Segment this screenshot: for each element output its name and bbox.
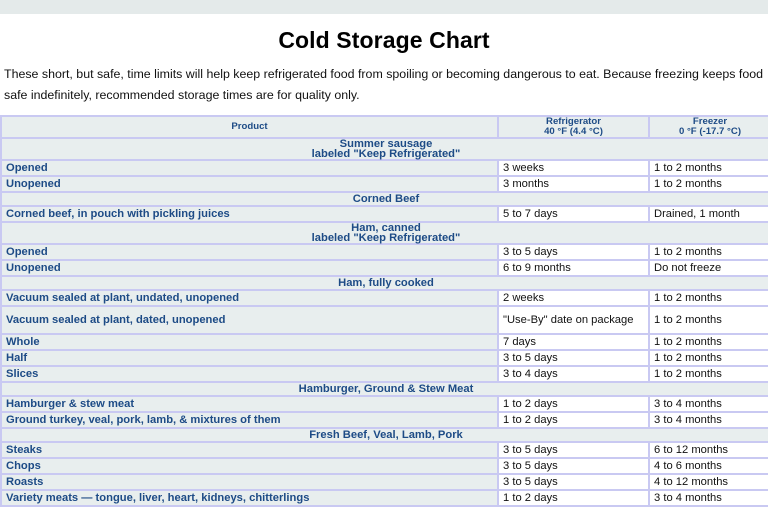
freezer-cell: 1 to 2 months (648, 365, 768, 383)
table-row: Hamburger & stew meat 1 to 2 days 3 to 4… (0, 395, 768, 413)
group-title: Ham, canned labeled "Keep Refrigerated" (0, 221, 768, 245)
group-title: Fresh Beef, Veal, Lamb, Pork (0, 427, 768, 443)
table-row: Roasts 3 to 5 days 4 to 12 months (0, 473, 768, 491)
header-product: Product (0, 115, 499, 139)
refrigerator-cell: 3 to 5 days (497, 349, 650, 367)
product-cell: Ground turkey, veal, pork, lamb, & mixtu… (0, 411, 499, 429)
product-cell: Steaks (0, 441, 499, 459)
refrigerator-cell: 3 weeks (497, 159, 650, 177)
group-header-row: Hamburger, Ground & Stew Meat (0, 381, 768, 397)
freezer-cell: 1 to 2 months (648, 159, 768, 177)
refrigerator-cell: 5 to 7 days (497, 205, 650, 223)
freezer-cell: 1 to 2 months (648, 305, 768, 335)
refrigerator-cell: 3 to 5 days (497, 473, 650, 491)
refrigerator-cell: 7 days (497, 333, 650, 351)
freezer-cell: 1 to 2 months (648, 175, 768, 193)
table-row: Slices 3 to 4 days 1 to 2 months (0, 365, 768, 383)
product-cell: Opened (0, 243, 499, 261)
freezer-cell: Do not freeze (648, 259, 768, 277)
table-row: Vacuum sealed at plant, dated, unopened … (0, 305, 768, 335)
header-refrigerator: Refrigerator 40 °F (4.4 °C) (497, 115, 650, 139)
freezer-cell: 3 to 4 months (648, 489, 768, 507)
refrigerator-cell: 3 to 5 days (497, 441, 650, 459)
refrigerator-cell: 2 weeks (497, 289, 650, 307)
table-row: Half 3 to 5 days 1 to 2 months (0, 349, 768, 367)
table-row: Ground turkey, veal, pork, lamb, & mixtu… (0, 411, 768, 429)
product-cell: Opened (0, 159, 499, 177)
page-title: Cold Storage Chart (278, 27, 490, 53)
freezer-cell: 1 to 2 months (648, 333, 768, 351)
table-row: Unopened 6 to 9 months Do not freeze (0, 259, 768, 277)
header-freezer: Freezer 0 °F (-17.7 °C) (648, 115, 768, 139)
product-cell: Variety meats — tongue, liver, heart, ki… (0, 489, 499, 507)
group-header-row: Fresh Beef, Veal, Lamb, Pork (0, 427, 768, 443)
refrigerator-cell: 1 to 2 days (497, 411, 650, 429)
freezer-cell: 6 to 12 months (648, 441, 768, 459)
table-row: Vacuum sealed at plant, undated, unopene… (0, 289, 768, 307)
refrigerator-cell: "Use-By" date on package (497, 305, 650, 335)
refrigerator-cell: 3 to 4 days (497, 365, 650, 383)
product-cell: Vacuum sealed at plant, dated, unopened (0, 305, 499, 335)
freezer-cell: 4 to 6 months (648, 457, 768, 475)
refrigerator-cell: 3 to 5 days (497, 457, 650, 475)
refrigerator-cell: 3 months (497, 175, 650, 193)
table-row: Corned beef, in pouch with pickling juic… (0, 205, 768, 223)
table-row: Steaks 3 to 5 days 6 to 12 months (0, 441, 768, 459)
intro-paragraph: These short, but safe, time limits will … (4, 67, 763, 102)
refrigerator-cell: 6 to 9 months (497, 259, 650, 277)
refrigerator-cell: 3 to 5 days (497, 243, 650, 261)
group-title-line2: labeled "Keep Refrigerated" (311, 232, 461, 244)
table-header-row: Product Refrigerator 40 °F (4.4 °C) Freez… (0, 115, 768, 139)
group-header-row: Summer sausage labeled "Keep Refrigerated… (0, 137, 768, 161)
freezer-cell: 1 to 2 months (648, 243, 768, 261)
header-product-label: Product (231, 121, 268, 132)
header-freezer-temp: 0 °F (-17.7 °C) (678, 126, 742, 137)
header-refrigerator-temp: 40 °F (4.4 °C) (544, 126, 603, 137)
product-cell: Whole (0, 333, 499, 351)
table-row: Variety meats — tongue, liver, heart, ki… (0, 489, 768, 507)
group-header-row: Corned Beef (0, 191, 768, 207)
product-cell: Hamburger & stew meat (0, 395, 499, 413)
refrigerator-cell: 1 to 2 days (497, 395, 650, 413)
table-row: Chops 3 to 5 days 4 to 6 months (0, 457, 768, 475)
product-cell: Unopened (0, 175, 499, 193)
freezer-cell: Drained, 1 month (648, 205, 768, 223)
freezer-cell: 1 to 2 months (648, 349, 768, 367)
group-header-row: Ham, fully cooked (0, 275, 768, 291)
table-row: Unopened 3 months 1 to 2 months (0, 175, 768, 193)
product-cell: Slices (0, 365, 499, 383)
group-title: Hamburger, Ground & Stew Meat (0, 381, 768, 397)
freezer-cell: 4 to 12 months (648, 473, 768, 491)
product-cell: Half (0, 349, 499, 367)
cold-storage-table: Product Refrigerator 40 °F (4.4 °C) Freez… (0, 115, 768, 507)
freezer-cell: 1 to 2 months (648, 289, 768, 307)
refrigerator-cell: 1 to 2 days (497, 489, 650, 507)
table-row: Whole 7 days 1 to 2 months (0, 333, 768, 351)
table-row: Opened 3 weeks 1 to 2 months (0, 159, 768, 177)
freezer-cell: 3 to 4 months (648, 411, 768, 429)
product-cell: Vacuum sealed at plant, undated, unopene… (0, 289, 499, 307)
group-title: Summer sausage labeled "Keep Refrigerated… (0, 137, 768, 161)
product-cell: Roasts (0, 473, 499, 491)
group-header-row: Ham, canned labeled "Keep Refrigerated" (0, 221, 768, 245)
product-cell: Chops (0, 457, 499, 475)
top-bar (0, 0, 768, 14)
product-cell: Corned beef, in pouch with pickling juic… (0, 205, 499, 223)
group-title-line2: labeled "Keep Refrigerated" (311, 148, 461, 160)
freezer-cell: 3 to 4 months (648, 395, 768, 413)
product-cell: Unopened (0, 259, 499, 277)
table-row: Opened 3 to 5 days 1 to 2 months (0, 243, 768, 261)
group-title: Ham, fully cooked (0, 275, 768, 291)
group-title: Corned Beef (0, 191, 768, 207)
